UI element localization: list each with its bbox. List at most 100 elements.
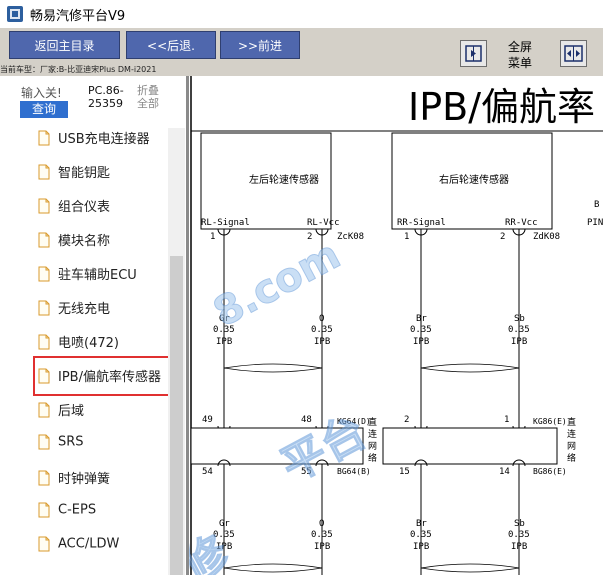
document-icon — [38, 300, 50, 315]
document-icon — [38, 502, 50, 518]
list-item-label: SRS — [58, 434, 84, 450]
window-title: 畅易汽修平台V9 — [30, 9, 126, 24]
list-item-label: USB充电连接器 — [58, 132, 150, 147]
code-line2: 25359 — [88, 97, 123, 110]
wire-gauge: 0.35 — [508, 530, 530, 540]
pin-label: 49 — [202, 415, 213, 425]
rl-signal-label: RL-Signal — [201, 218, 250, 228]
wire-color: Br — [416, 314, 427, 324]
collapse-all-button[interactable]: 折叠 全部 — [137, 84, 159, 110]
rl-vcc-label: RL-Vcc — [307, 218, 340, 228]
wire-color: Sb — [514, 314, 525, 324]
wire-system: IPB — [413, 542, 429, 552]
pin-label: 1 — [504, 415, 509, 425]
wiring-diagram: IPB/偏航率 左后轮速传感器 右后轮速传感器 RL-Signal RL-Vcc… — [189, 76, 603, 575]
document-icon — [38, 266, 50, 281]
list-item[interactable]: 无线充电 — [38, 298, 110, 318]
document-icon — [38, 402, 50, 417]
connector-label: KG86(E) — [533, 417, 567, 426]
direct-network-label-right: 直 连 网 络 — [567, 416, 579, 464]
list-item-label: 后域 — [58, 404, 85, 419]
list-item[interactable]: ACC/LDW — [38, 536, 119, 556]
list-item-label: 电喷(472) — [58, 336, 119, 351]
back-button[interactable]: <<后退. — [126, 31, 216, 59]
wire-gauge: 0.35 — [311, 530, 333, 540]
document-icon — [38, 232, 50, 247]
diagram-title: IPB/偏航率 — [408, 85, 595, 129]
list-item[interactable]: 驻车辅助ECU — [38, 264, 137, 284]
list-item-label: 时钟弹簧 — [58, 472, 111, 487]
list-item[interactable]: 后域 — [38, 400, 84, 420]
pin-label: 1 — [404, 232, 409, 242]
diagram-canvas: IPB/偏航率 左后轮速传感器 右后轮速传感器 RL-Signal RL-Vcc… — [189, 76, 603, 575]
rr-vcc-label: RR-Vcc — [505, 218, 538, 228]
sidebar-scroll-thumb[interactable] — [170, 256, 183, 575]
list-item[interactable]: USB充电连接器 — [38, 128, 150, 148]
list-item[interactable]: 智能钥匙 — [38, 162, 110, 182]
list-item[interactable]: C-EPS — [38, 502, 96, 522]
wire-color: Gr — [219, 519, 230, 529]
document-icon — [38, 130, 50, 145]
document-icon — [38, 536, 50, 552]
list-item[interactable]: 组合仪表 — [38, 196, 110, 216]
wire-gauge: 0.35 — [410, 325, 432, 335]
search-input[interactable]: 输入关! — [21, 84, 62, 101]
list-item-label: 模块名称 — [58, 234, 111, 249]
pin-label: 15 — [399, 467, 410, 477]
document-icon — [38, 334, 50, 349]
expand-panel-button[interactable] — [460, 40, 487, 67]
wire-system: IPB — [314, 337, 330, 347]
watermark: 8.com 平台 修 — [189, 231, 375, 575]
wire-system: IPB — [511, 542, 527, 552]
list-item-label: 无线充电 — [58, 302, 111, 317]
right-sensor-label: 右后轮速传感器 — [439, 173, 509, 186]
panel-right-icon — [465, 45, 482, 62]
fullscreen-button[interactable] — [560, 40, 587, 67]
selection-highlight — [33, 356, 184, 396]
search-button[interactable]: 查询 — [20, 101, 68, 118]
fullscreen-line1: 全屏 — [507, 40, 532, 54]
wire-system: IPB — [511, 337, 527, 347]
list-item-label: C-EPS — [58, 502, 97, 518]
connector-label: ZdK08 — [533, 232, 560, 242]
wire-system: IPB — [413, 337, 429, 347]
forward-button[interactable]: >>前进 — [220, 31, 300, 59]
pin-label: 54 — [202, 467, 213, 477]
connector-label: ZcK08 — [337, 232, 364, 242]
list-item[interactable]: 模块名称 — [38, 230, 110, 250]
wire-color: Br — [416, 519, 427, 529]
list-item[interactable]: 电喷(472) — [38, 332, 119, 352]
list-item-label: 组合仪表 — [58, 200, 111, 215]
pin-label: 1 — [210, 232, 215, 242]
fullscreen-line2: 菜单 — [507, 56, 532, 70]
collapse-line1: 折叠 — [137, 84, 159, 97]
list-item-label: ACC/LDW — [58, 536, 120, 552]
wire-color: O — [319, 314, 324, 324]
wire-gauge: 0.35 — [508, 325, 530, 335]
wire-system: IPB — [216, 337, 232, 347]
right-harness-box — [382, 427, 558, 465]
wire-color: Sb — [514, 519, 525, 529]
title-bar: 畅易汽修平台V9 — [0, 0, 603, 29]
edge-label: PIN — [587, 218, 603, 228]
part-code: PC.86- 25359 — [88, 84, 124, 110]
wire-gauge: 0.35 — [311, 325, 333, 335]
document-icon — [38, 470, 50, 485]
fullscreen-menu-label[interactable]: 全屏 菜单 — [502, 39, 538, 71]
app-icon — [7, 6, 23, 22]
collapse-line2: 全部 — [137, 97, 159, 110]
code-line1: PC.86- — [88, 84, 124, 97]
list-item-label: 驻车辅助ECU — [58, 268, 137, 283]
pin-label: 14 — [499, 467, 510, 477]
sidebar: USB充电连接器 智能钥匙 组合仪表 模块名称 驻车辅助ECU 无线充电 电喷(… — [0, 76, 186, 575]
rr-signal-label: RR-Signal — [397, 218, 446, 228]
list-item[interactable]: 时钟弹簧 — [38, 468, 110, 488]
direct-network-label: 直 连 网 络 — [368, 416, 380, 464]
search-panel: 输入关! 查询 PC.86- 25359 折叠 全部 — [0, 76, 168, 126]
list-item[interactable]: SRS — [38, 434, 84, 454]
document-icon — [38, 164, 50, 179]
wire-color: O — [319, 519, 324, 529]
wire-gauge: 0.35 — [410, 530, 432, 540]
document-icon — [38, 434, 50, 450]
home-button[interactable]: 返回主目录 — [9, 31, 120, 59]
